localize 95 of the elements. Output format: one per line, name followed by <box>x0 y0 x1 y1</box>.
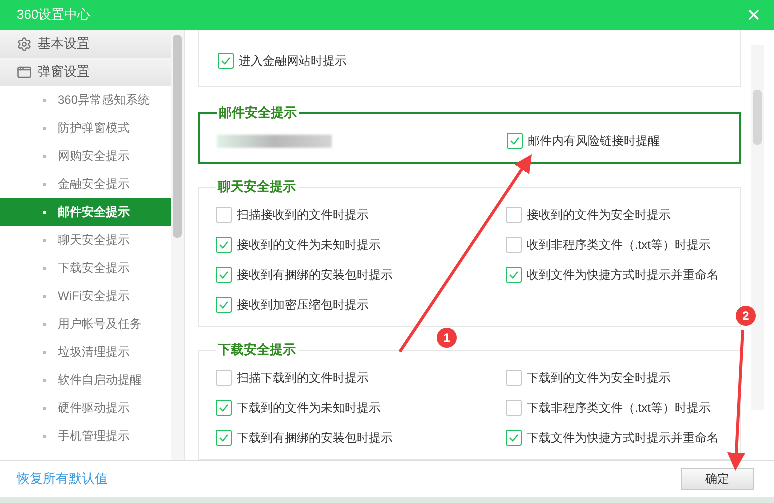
checkbox[interactable] <box>216 207 232 223</box>
sidebar-item[interactable]: 用户帐号及任务 <box>0 310 172 338</box>
check-icon <box>219 404 229 412</box>
option-label: 接收到加密压缩包时提示 <box>237 297 369 314</box>
option-label: 下载到的文件为未知时提示 <box>237 400 381 417</box>
checkbox[interactable] <box>506 267 522 283</box>
group-title: 邮件安全提示 <box>218 104 298 122</box>
scrollbar-thumb[interactable] <box>753 90 762 145</box>
step-badge: 1 <box>437 328 457 348</box>
item-label: 硬件驱动提示 <box>58 400 130 417</box>
group-title: 聊天安全提示 <box>216 178 297 196</box>
sidebar-item[interactable]: 下载安全提示 <box>0 254 172 282</box>
checkbox[interactable] <box>506 430 522 446</box>
sidebar-item[interactable]: 垃圾清理提示 <box>0 338 172 366</box>
checkbox[interactable] <box>216 297 232 313</box>
bullet-icon <box>43 98 46 102</box>
checkbox[interactable] <box>507 133 523 149</box>
item-label: 用户帐号及任务 <box>58 316 142 333</box>
bullet-icon <box>43 322 46 326</box>
item-label: 下载安全提示 <box>58 260 130 277</box>
item-label: 防护弹窗模式 <box>58 120 130 137</box>
item-label: 360异常感知系统 <box>58 92 150 109</box>
group-label: 基本设置 <box>38 35 90 54</box>
group-title: 下载安全提示 <box>217 341 297 359</box>
item-label: 邮件安全提示 <box>58 204 130 221</box>
sidebar-item[interactable]: WiFi安全提示 <box>0 282 172 310</box>
option-label: 下载非程序类文件（.txt等）时提示 <box>527 400 712 417</box>
sidebar-item[interactable]: 金融安全提示 <box>0 170 172 198</box>
sidebar-item[interactable]: 360异常感知系统 <box>0 86 172 114</box>
check-icon <box>509 271 519 279</box>
sidebar-group[interactable]: 基本设置 <box>0 30 172 58</box>
item-label: 软件自启动提醒 <box>58 372 142 389</box>
item-label: WiFi安全提示 <box>58 288 130 305</box>
bullet-icon <box>43 350 46 354</box>
checkbox[interactable] <box>216 400 232 416</box>
option-label: 下载到的文件为安全时提示 <box>527 370 671 387</box>
sidebar-item[interactable]: 硬件驱动提示 <box>0 394 172 422</box>
checkbox[interactable] <box>506 400 522 416</box>
checkbox[interactable] <box>216 370 232 386</box>
item-label: 网购安全提示 <box>58 148 130 165</box>
sidebar-item[interactable]: 聊天安全提示 <box>0 226 172 254</box>
sidebar-item[interactable]: 手机管理提示 <box>0 422 172 450</box>
ok-button[interactable]: 确定 <box>681 468 754 490</box>
bullet-icon <box>43 238 46 242</box>
bullet-icon <box>43 126 46 130</box>
window-icon <box>17 64 32 80</box>
close-icon[interactable] <box>746 7 762 23</box>
option-label: 扫描接收到的文件时提示 <box>237 207 369 224</box>
step-badge: 2 <box>736 306 756 326</box>
sidebar-group[interactable]: 弹窗设置 <box>0 58 172 86</box>
option-label: 下载文件为快捷方式时提示并重命名 <box>527 430 719 447</box>
option-label: 接收到有捆绑的安装包时提示 <box>237 267 393 284</box>
window-title: 360设置中心 <box>17 6 91 24</box>
option-label: 邮件内有风险链接时提醒 <box>528 133 660 150</box>
option-label: 收到非程序类文件（.txt等）时提示 <box>527 237 712 254</box>
check-icon <box>219 271 229 279</box>
sidebar-item[interactable]: 防护弹窗模式 <box>0 114 172 142</box>
option-label: 进入金融网站时提示 <box>239 53 347 70</box>
checkbox[interactable] <box>216 267 232 283</box>
checkbox[interactable] <box>506 370 522 386</box>
check-icon <box>219 434 229 442</box>
option-label: 接收到的文件为未知时提示 <box>237 237 381 254</box>
check-icon <box>219 301 229 309</box>
group-label: 弹窗设置 <box>38 63 90 82</box>
checkbox[interactable] <box>506 237 522 253</box>
bullet-icon <box>43 378 46 382</box>
gear-icon <box>17 36 32 52</box>
bullet-icon <box>43 266 46 270</box>
check-icon <box>219 241 229 249</box>
option-label: 下载到有捆绑的安装包时提示 <box>237 430 393 447</box>
bullet-icon <box>43 434 46 438</box>
checkbox[interactable] <box>506 207 522 223</box>
check-icon <box>221 57 231 65</box>
item-label: 聊天安全提示 <box>58 232 130 249</box>
item-label: 手机管理提示 <box>58 428 130 445</box>
bullet-icon <box>43 294 46 298</box>
checkbox[interactable] <box>216 237 232 253</box>
checkbox[interactable] <box>216 430 232 446</box>
check-icon <box>510 137 520 145</box>
bullet-icon <box>43 406 46 410</box>
sidebar-item[interactable]: 软件自启动提醒 <box>0 366 172 394</box>
bullet-icon <box>43 210 46 214</box>
sidebar-item[interactable]: 网购安全提示 <box>0 142 172 170</box>
sidebar-item[interactable]: 邮件安全提示 <box>0 198 172 226</box>
option-label: 收到文件为快捷方式时提示并重命名 <box>527 267 719 284</box>
item-label: 垃圾清理提示 <box>58 344 130 361</box>
restore-defaults-link[interactable]: 恢复所有默认值 <box>17 469 108 489</box>
bullet-icon <box>43 182 46 186</box>
bullet-icon <box>43 154 46 158</box>
checkbox[interactable] <box>218 53 234 69</box>
check-icon <box>509 434 519 442</box>
scrollbar-thumb[interactable] <box>173 35 182 238</box>
item-label: 金融安全提示 <box>58 176 130 193</box>
option-label: 接收到的文件为安全时提示 <box>527 207 671 224</box>
option-label: 扫描下载到的文件时提示 <box>237 370 369 387</box>
